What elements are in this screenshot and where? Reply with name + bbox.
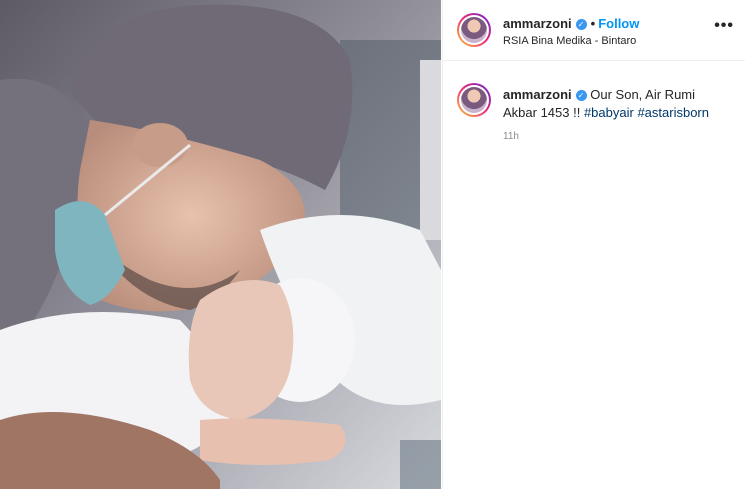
caption-username-link[interactable]: ammarzoni: [503, 87, 572, 102]
verified-icon: ✓: [575, 90, 587, 101]
post-photo[interactable]: [0, 0, 441, 489]
hashtag-link[interactable]: #babyair: [584, 105, 634, 120]
post-side-panel: ammarzoni ✓ • Follow RSIA Bina Medika - Bin…: [442, 0, 745, 489]
avatar[interactable]: [457, 13, 491, 47]
caption-avatar[interactable]: [457, 83, 491, 117]
post-header: ammarzoni ✓ • Follow RSIA Bina Medika - Bin…: [443, 0, 745, 61]
post-timestamp[interactable]: 11h: [503, 131, 519, 142]
photo-father-kissing-newborn-icon: [0, 0, 441, 489]
avatar-image: [461, 17, 487, 43]
separator-dot: •: [590, 16, 596, 31]
username-link[interactable]: ammarzoni: [503, 16, 572, 31]
location-link[interactable]: RSIA Bina Medika - Bintaro: [503, 35, 636, 47]
follow-button[interactable]: Follow: [598, 16, 639, 31]
caption: ammarzoni ✓ Our Son, Air Rumi Akbar 1453 …: [503, 86, 728, 122]
verified-icon: ✓: [575, 19, 587, 30]
more-options-icon[interactable]: •••: [714, 17, 734, 35]
header-username-row: ammarzoni ✓ • Follow: [503, 16, 639, 31]
avatar-image: [461, 87, 487, 113]
hashtag-link[interactable]: #astarisborn: [637, 105, 709, 120]
